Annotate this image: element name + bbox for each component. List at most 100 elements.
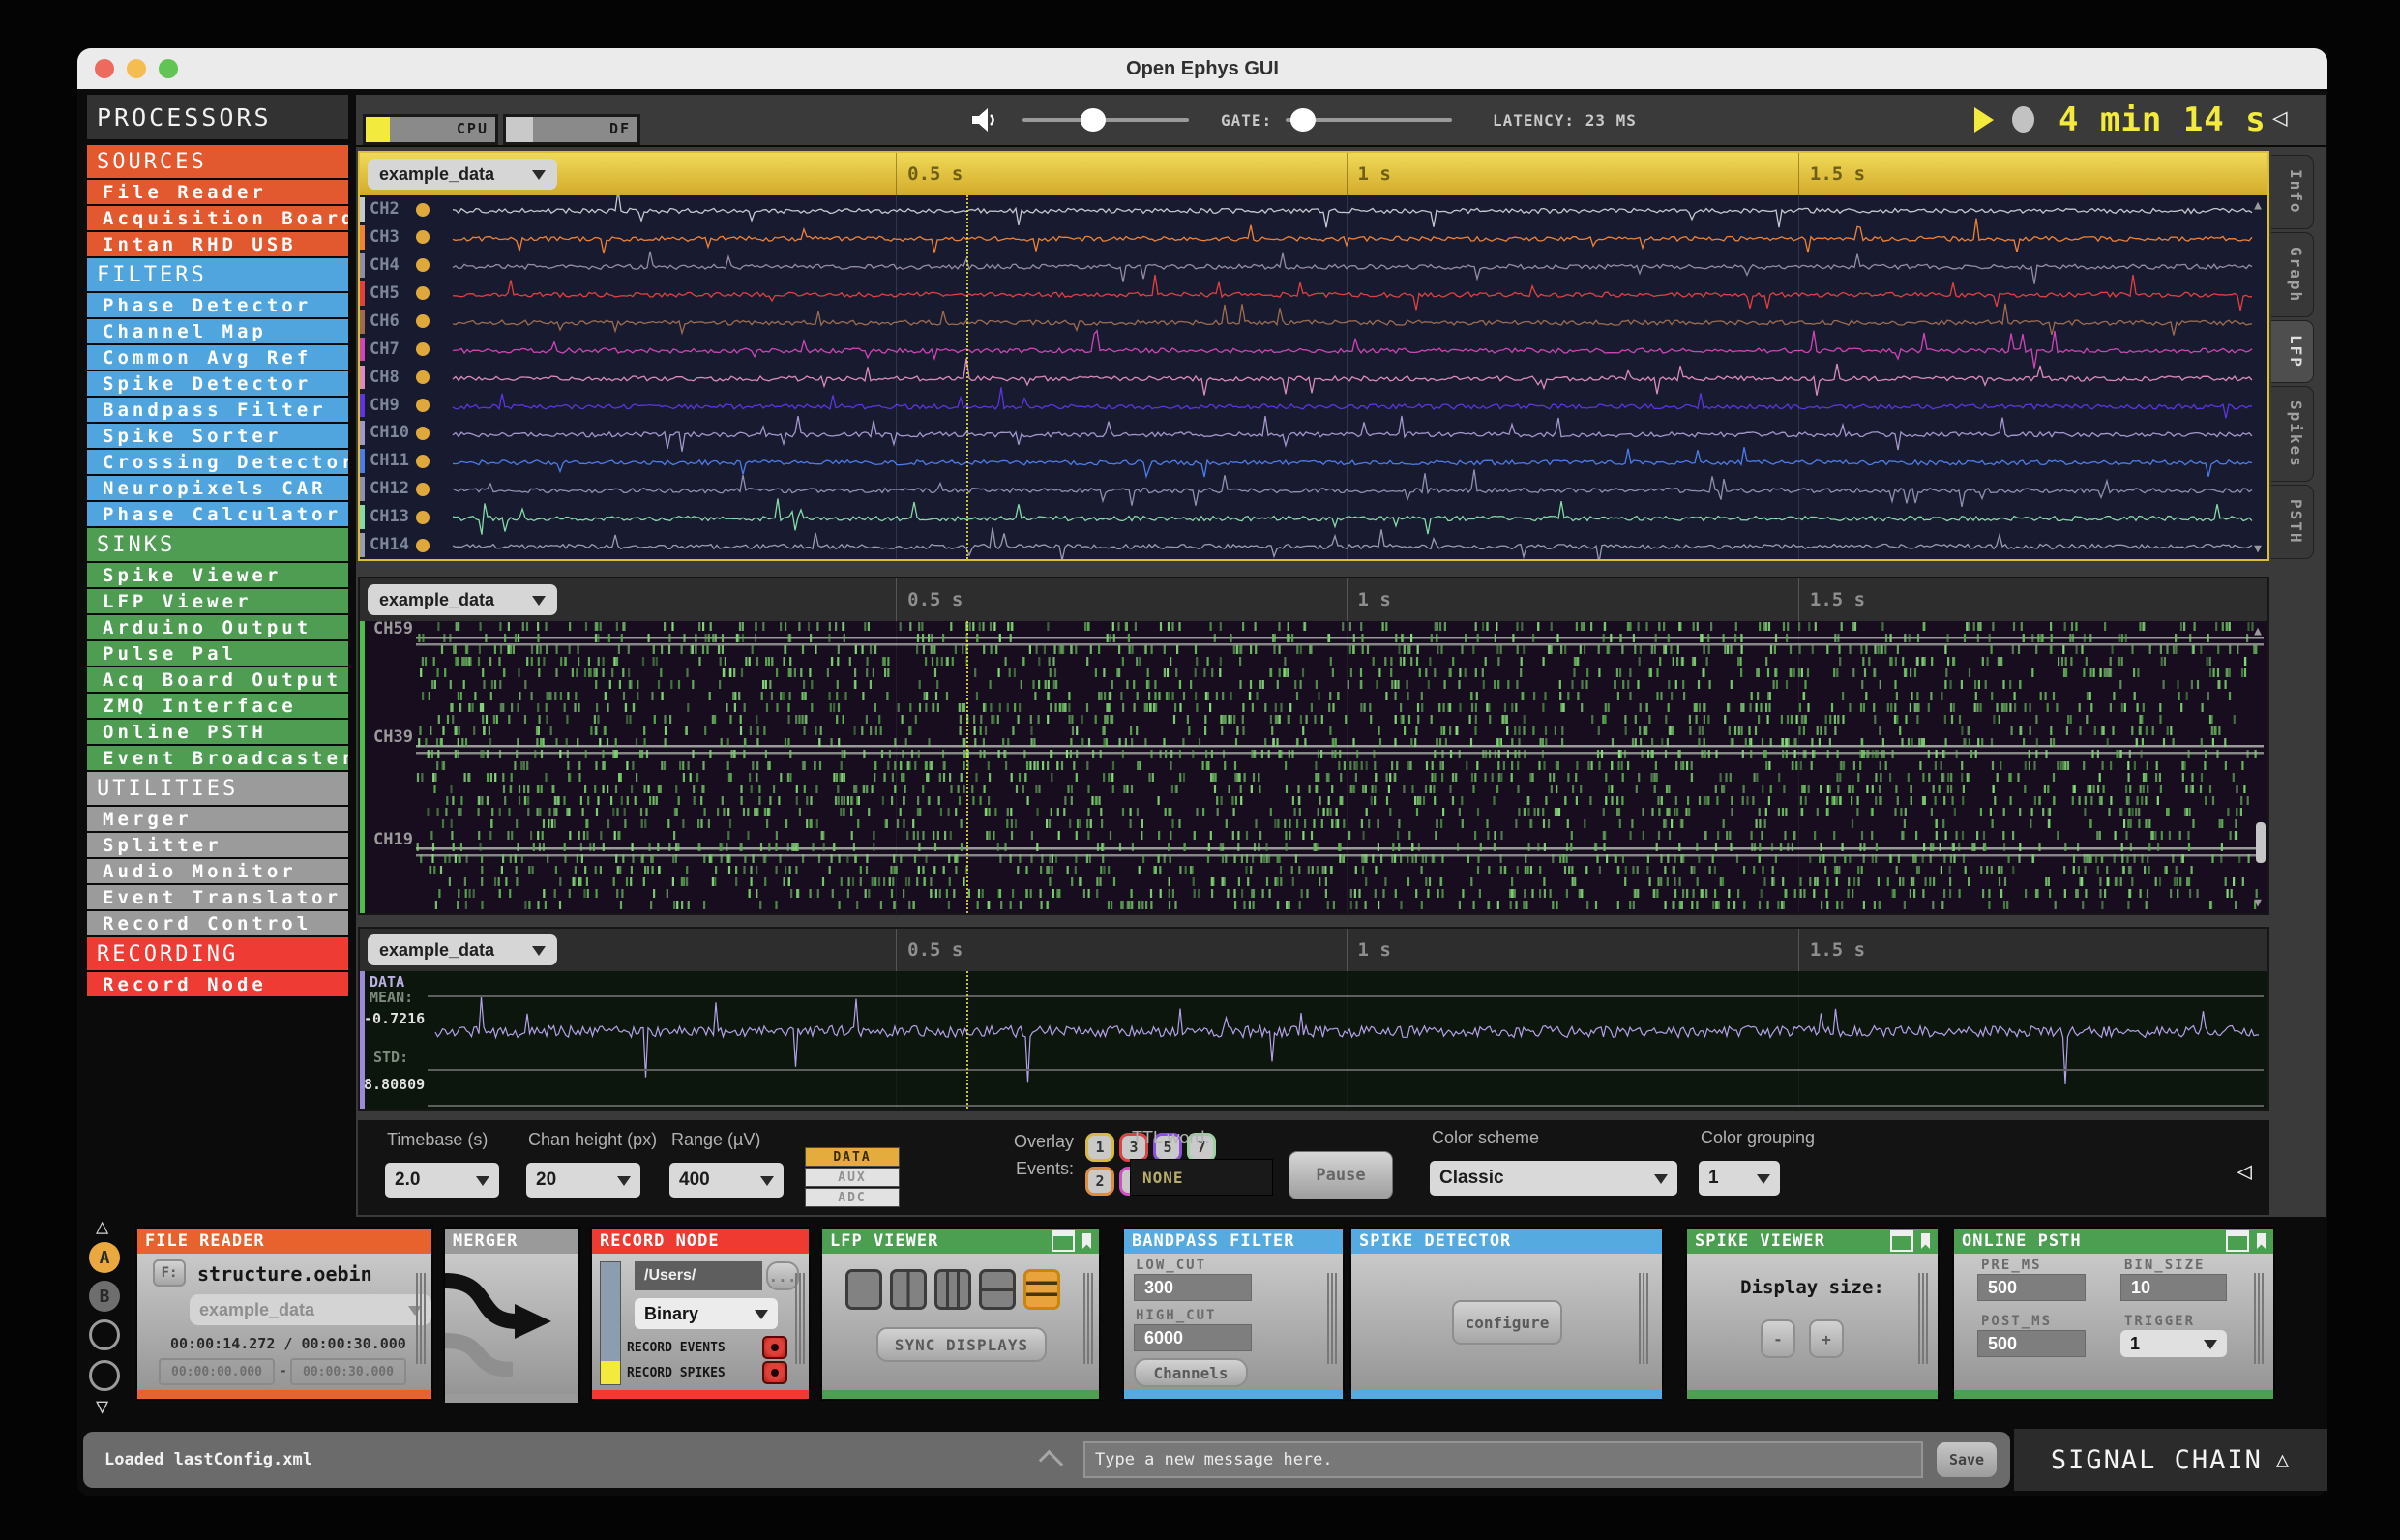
timebase-select[interactable]: 2.0 <box>385 1163 499 1198</box>
buffer-aux-button[interactable]: AUX <box>805 1168 900 1187</box>
spike-detector-editor[interactable]: SPIKE DETECTOR configure <box>1349 1227 1664 1401</box>
layout-two-rows-button[interactable] <box>979 1269 1016 1310</box>
sidebar-item-common-avg-ref[interactable]: Common Avg Ref <box>87 345 348 370</box>
stream-selector-1[interactable]: example_data <box>368 159 557 190</box>
channels-button[interactable]: Channels <box>1134 1358 1248 1387</box>
sidebar-item-merger[interactable]: Merger <box>87 807 348 831</box>
sidebar-item-spike-viewer[interactable]: Spike Viewer <box>87 563 348 587</box>
tab-info[interactable]: Info <box>2271 155 2314 229</box>
color-scheme-select[interactable]: Classic <box>1430 1161 1677 1196</box>
open-tab-icon[interactable] <box>1921 1233 1930 1249</box>
event-channel-2-button[interactable]: 2 <box>1085 1167 1114 1196</box>
scroll-chain-down-icon[interactable]: ▽ <box>96 1397 108 1418</box>
tab-lfp[interactable]: LFP <box>2271 319 2314 383</box>
record-button[interactable] <box>2012 106 2034 133</box>
drag-handle[interactable] <box>416 1273 426 1364</box>
drag-handle[interactable] <box>795 1273 805 1364</box>
record-node-editor[interactable]: RECORD NODE /Users/ ... Binary RECORD EV… <box>590 1227 811 1401</box>
open-tab-icon[interactable] <box>2257 1233 2266 1249</box>
record-events-toggle[interactable] <box>762 1336 787 1359</box>
sidebar-item-acquisition-board[interactable]: Acquisition Board <box>87 206 348 230</box>
close-window-button[interactable] <box>95 59 114 78</box>
sidebar-item-pulse-pal[interactable]: Pulse Pal <box>87 641 348 666</box>
scroll-up-icon[interactable]: ▲ <box>2254 625 2262 637</box>
open-window-icon[interactable] <box>1052 1230 1075 1252</box>
sidebar-item-file-reader[interactable]: File Reader <box>87 180 348 204</box>
layout-three-rows-button[interactable] <box>1023 1269 1060 1310</box>
sidebar-item-arduino-output[interactable]: Arduino Output <box>87 615 348 639</box>
sidebar-item-event-translator[interactable]: Event Translator <box>87 885 348 909</box>
sidebar-item-spike-detector[interactable]: Spike Detector <box>87 371 348 396</box>
stream-selector-3[interactable]: example_data <box>368 934 557 965</box>
scrollbar-thumb[interactable] <box>2256 822 2266 863</box>
record-path-field[interactable]: /Users/ <box>635 1261 762 1290</box>
lfp-viewer-editor[interactable]: LFP VIEWER SYNC DISPLAYS <box>820 1227 1101 1401</box>
configure-button[interactable]: configure <box>1452 1300 1562 1345</box>
sidebar-item-audio-monitor[interactable]: Audio Monitor <box>87 859 348 883</box>
sidebar-item-record-node[interactable]: Record Node <box>87 972 348 996</box>
scroll-down-icon[interactable]: ▼ <box>2254 897 2262 909</box>
drag-handle[interactable] <box>1327 1273 1337 1364</box>
playback-end-field[interactable]: 00:00:30.000 <box>290 1358 406 1385</box>
merger-editor[interactable]: MERGER <box>443 1227 580 1403</box>
chain-slot-a-button[interactable]: A <box>89 1242 120 1273</box>
gate-slider-thumb[interactable] <box>1290 108 1316 132</box>
layout-three-columns-button[interactable] <box>934 1269 971 1310</box>
scroll-down-icon[interactable]: ▼ <box>2254 543 2262 555</box>
scroll-chain-up-icon[interactable]: △ <box>96 1217 108 1238</box>
chain-slot-b-button[interactable]: B <box>89 1281 120 1312</box>
collapse-options-icon[interactable]: ◁ <box>2237 1159 2252 1184</box>
sidebar-item-zmq-interface[interactable]: ZMQ Interface <box>87 694 348 718</box>
sidebar-item-intan-rhd-usb[interactable]: Intan RHD USB <box>87 232 348 256</box>
minimize-window-button[interactable] <box>127 59 146 78</box>
spike-viewer-editor[interactable]: SPIKE VIEWER Display size: - + <box>1685 1227 1940 1401</box>
layout-two-columns-button[interactable] <box>890 1269 927 1310</box>
record-spikes-toggle[interactable] <box>762 1361 787 1384</box>
sidebar-item-online-psth[interactable]: Online PSTH <box>87 720 348 744</box>
volume-slider-thumb[interactable] <box>1081 108 1106 132</box>
record-format-select[interactable]: Binary <box>635 1298 778 1329</box>
sidebar-item-lfp-viewer[interactable]: LFP Viewer <box>87 589 348 613</box>
sidebar-item-acq-board-output[interactable]: Acq Board Output <box>87 667 348 692</box>
stream-selector-2[interactable]: example_data <box>368 584 557 615</box>
sidebar-item-event-broadcaster[interactable]: Event Broadcaster <box>87 746 348 770</box>
bandpass-filter-editor[interactable]: BANDPASS FILTER LOW_CUT 300 HIGH_CUT 600… <box>1122 1227 1345 1401</box>
play-button[interactable] <box>1974 107 1994 133</box>
file-stream-select[interactable]: example_data <box>190 1294 431 1325</box>
chain-slot-empty-2[interactable] <box>89 1360 120 1391</box>
sidebar-item-spike-sorter[interactable]: Spike Sorter <box>87 424 348 448</box>
high-cut-field[interactable]: 6000 <box>1134 1324 1252 1351</box>
trigger-select[interactable]: 1 <box>2120 1330 2227 1357</box>
file-select-button[interactable]: F: <box>153 1259 186 1287</box>
drag-handle[interactable] <box>2254 1273 2264 1364</box>
bin-size-field[interactable]: 10 <box>2120 1274 2227 1301</box>
tab-graph[interactable]: Graph <box>2271 231 2314 317</box>
range-select[interactable]: 400 <box>669 1163 784 1198</box>
sync-displays-button[interactable]: SYNC DISPLAYS <box>876 1327 1047 1362</box>
collapse-toolbar-icon[interactable]: ◁ <box>2272 105 2288 131</box>
chevron-up-icon[interactable] <box>1038 1449 1064 1475</box>
volume-slider[interactable] <box>1022 108 1189 132</box>
drag-handle[interactable] <box>1083 1273 1093 1364</box>
pause-button[interactable]: Pause <box>1289 1151 1393 1199</box>
sidebar-item-bandpass-filter[interactable]: Bandpass Filter <box>87 398 348 422</box>
save-button[interactable]: Save <box>1937 1442 1997 1477</box>
signal-chain-toggle[interactable]: SIGNAL CHAIN △ <box>2014 1429 2327 1491</box>
display-size-increase-button[interactable]: + <box>1809 1319 1844 1358</box>
drag-handle[interactable] <box>1639 1273 1648 1364</box>
drag-handle[interactable] <box>1918 1273 1928 1364</box>
open-tab-icon[interactable] <box>1082 1233 1091 1249</box>
sidebar-item-record-control[interactable]: Record Control <box>87 911 348 935</box>
post-ms-field[interactable]: 500 <box>1977 1330 2086 1357</box>
low-cut-field[interactable]: 300 <box>1134 1274 1252 1301</box>
sidebar-item-splitter[interactable]: Splitter <box>87 833 348 857</box>
buffer-adc-button[interactable]: ADC <box>805 1188 900 1207</box>
sidebar-item-crossing-detector[interactable]: Crossing Detector <box>87 450 348 474</box>
display-size-decrease-button[interactable]: - <box>1761 1319 1795 1358</box>
event-channel-1-button[interactable]: 1 <box>1085 1133 1114 1162</box>
online-psth-editor[interactable]: ONLINE PSTH PRE_MS 500 BIN_SIZE 10 POST_… <box>1952 1227 2275 1401</box>
sidebar-item-phase-detector[interactable]: Phase Detector <box>87 293 348 317</box>
open-window-icon[interactable] <box>2226 1230 2249 1252</box>
color-grouping-select[interactable]: 1 <box>1699 1161 1780 1196</box>
pre-ms-field[interactable]: 500 <box>1977 1274 2086 1301</box>
